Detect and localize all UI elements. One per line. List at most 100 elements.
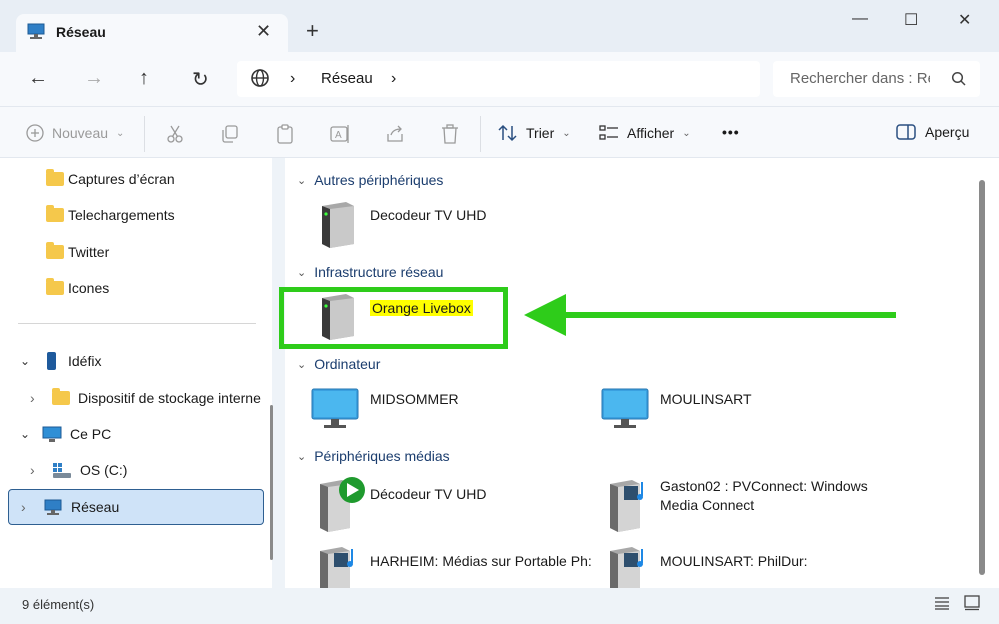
sort-button[interactable]: Trier ⌄ <box>498 124 571 142</box>
sidebar-item-label: Twitter <box>68 244 110 260</box>
svg-text:A: A <box>335 130 342 141</box>
copy-icon[interactable] <box>220 124 240 147</box>
device-box-icon <box>316 200 356 251</box>
status-bar <box>0 588 999 624</box>
sidebar-scrollbar-thumb[interactable] <box>270 405 273 560</box>
folder-icon <box>46 169 64 186</box>
sort-label: Trier <box>526 125 555 141</box>
maximize-button[interactable]: ☐ <box>904 10 918 30</box>
item-moulinsart[interactable]: MOULINSART <box>660 391 752 407</box>
sidebar-item-captures[interactable]: Captures d’écran <box>8 161 264 197</box>
item-moulinsart-phildur[interactable]: MOULINSART: PhilDur: <box>660 553 808 569</box>
paste-icon[interactable] <box>275 123 295 148</box>
chevron-down-icon[interactable]: ⌄ <box>20 427 34 441</box>
chevron-down-icon: ⌄ <box>297 358 307 371</box>
breadcrumb-chevron[interactable]: › <box>391 70 396 88</box>
sidebar-item-reseau[interactable]: › Réseau <box>8 489 264 525</box>
drive-icon <box>53 463 71 478</box>
media-device-icon <box>316 543 366 591</box>
item-harheim[interactable]: HARHEIM: Médias sur Portable Ph: <box>370 553 592 569</box>
sidebar-item-label: Réseau <box>71 499 120 515</box>
more-options-button[interactable]: ••• <box>722 124 740 140</box>
group-header-infrastructure[interactable]: ⌄ Infrastructure réseau <box>297 264 443 280</box>
search-input[interactable]: Rechercher dans : Ré <box>790 70 930 87</box>
media-device-icon <box>606 476 656 535</box>
annotation-arrow-icon <box>524 294 896 336</box>
group-header-autres[interactable]: ⌄ Autres périphériques <box>297 172 443 188</box>
network-icon <box>26 22 46 43</box>
refresh-button[interactable]: ↻ <box>192 67 209 92</box>
address-bar[interactable] <box>237 61 760 97</box>
chevron-right-icon[interactable]: › <box>21 499 35 515</box>
item-midsommer[interactable]: MIDSOMMER <box>370 391 459 407</box>
view-button[interactable]: Afficher ⌄ <box>599 124 691 142</box>
group-header-ordinateur[interactable]: ⌄ Ordinateur <box>297 356 380 372</box>
forward-button[interactable]: → <box>84 67 104 90</box>
new-tab-button[interactable]: + <box>306 18 319 44</box>
breadcrumb-reseau[interactable]: Réseau <box>321 70 373 87</box>
computer-icon <box>42 426 62 442</box>
cut-icon[interactable] <box>165 124 185 147</box>
sidebar-item-label: Dispositif de stockage interne <box>78 390 261 406</box>
chevron-down-icon: ⌄ <box>297 266 307 279</box>
tab-close-button[interactable]: ✕ <box>256 21 271 42</box>
item-decodeur-tv-uhd-media[interactable]: Décodeur TV UHD <box>370 486 486 502</box>
chevron-down-icon: ⌄ <box>297 450 307 463</box>
view-icon <box>599 125 618 140</box>
item-gaston02[interactable]: Gaston02 : PVConnect: Windows Media Conn… <box>660 477 870 515</box>
group-title: Ordinateur <box>314 356 381 372</box>
plus-circle-icon <box>26 124 44 142</box>
tab-title: Réseau <box>56 24 106 40</box>
item-count: 9 élément(s) <box>22 597 95 612</box>
preview-label: Aperçu <box>925 124 970 140</box>
monitor-icon <box>600 387 650 434</box>
sidebar-item-twitter[interactable]: Twitter <box>8 234 264 270</box>
chevron-down-icon[interactable]: ⌄ <box>20 354 34 368</box>
sidebar-item-os-c[interactable]: › OS (C:) <box>8 452 264 488</box>
close-window-button[interactable]: ✕ <box>958 10 971 30</box>
new-button[interactable]: Nouveau ⌄ <box>26 124 124 142</box>
breadcrumb-separator: › <box>290 70 296 87</box>
chevron-right-icon[interactable]: › <box>30 390 44 406</box>
group-header-medias[interactable]: ⌄ Périphériques médias <box>297 448 450 464</box>
minimize-button[interactable]: — <box>852 10 868 28</box>
preview-pane-button[interactable]: Aperçu <box>896 124 969 140</box>
sidebar-item-ce-pc[interactable]: ⌄ Ce PC <box>8 416 264 452</box>
group-title: Infrastructure réseau <box>314 264 444 280</box>
network-icon <box>44 499 62 515</box>
sidebar-item-idefix[interactable]: ⌄ Idéfix <box>8 343 264 379</box>
group-title: Périphériques médias <box>314 448 450 464</box>
sidebar-item-stockage-interne[interactable]: › Dispositif de stockage interne <box>8 380 264 416</box>
sidebar-divider <box>18 323 256 324</box>
media-device-icon <box>316 476 366 535</box>
folder-icon <box>52 388 70 405</box>
sidebar-item-label: Ce PC <box>70 426 112 442</box>
up-button[interactable]: ↑ <box>139 67 149 90</box>
media-device-icon <box>606 543 656 591</box>
view-label: Afficher <box>627 125 675 141</box>
globe-icon <box>250 68 270 91</box>
chevron-down-icon: ⌄ <box>297 174 307 187</box>
sort-icon <box>498 124 517 142</box>
sidebar-item-label: OS (C:) <box>80 462 128 478</box>
item-decodeur-tv-uhd[interactable]: Decodeur TV UHD <box>370 207 486 223</box>
sidebar-item-telechargements[interactable]: Telechargements <box>8 197 264 233</box>
phone-icon <box>47 352 56 370</box>
search-icon[interactable] <box>951 71 967 90</box>
monitor-icon <box>310 387 360 434</box>
content-scrollbar-thumb[interactable] <box>979 180 985 575</box>
preview-pane-icon <box>896 124 916 140</box>
details-view-icon[interactable] <box>934 596 950 613</box>
share-icon[interactable] <box>385 124 405 147</box>
delete-icon[interactable] <box>440 123 460 148</box>
back-button[interactable]: ← <box>28 67 48 90</box>
rename-icon[interactable]: A <box>329 124 351 147</box>
folder-icon <box>46 242 64 259</box>
toolbar-divider <box>144 116 145 152</box>
chevron-right-icon[interactable]: › <box>30 462 44 478</box>
folder-icon <box>46 205 64 222</box>
toolbar-divider <box>480 116 481 152</box>
sidebar-item-label: Telechargements <box>68 207 175 223</box>
tiles-view-icon[interactable] <box>964 595 980 614</box>
sidebar-item-icones[interactable]: Icones <box>8 270 264 306</box>
